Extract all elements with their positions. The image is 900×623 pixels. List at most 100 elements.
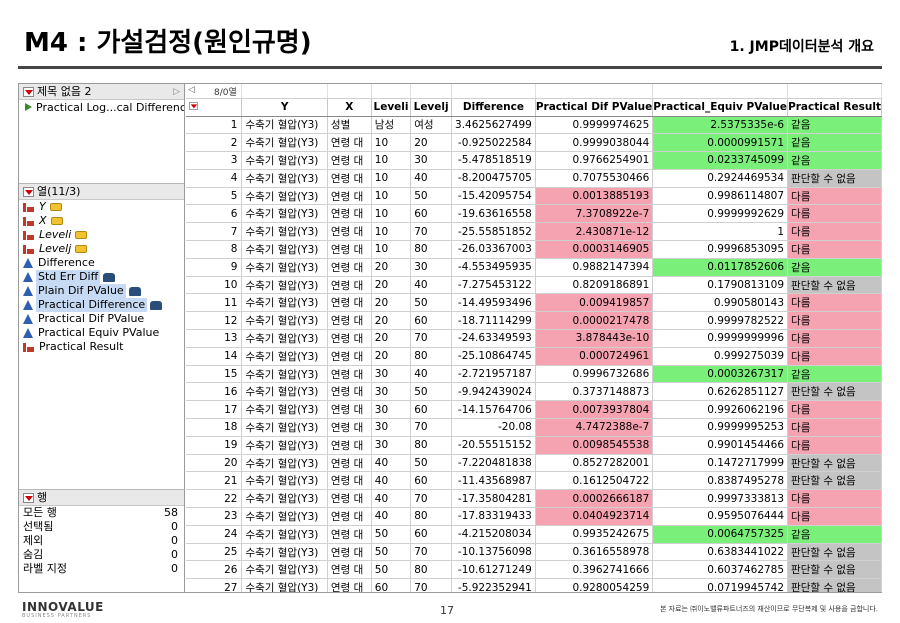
table-cell[interactable]: 60 [410,400,453,420]
table-row[interactable]: 14 수축기 혈압(Y3) 연령 대 20 80 -25.10864745 0.000724… [186,347,882,366]
table-cell[interactable]: 30 [371,400,412,420]
row-number[interactable]: 14 [186,347,243,366]
table-cell[interactable]: 0.8387495278 [652,471,789,491]
table-row[interactable]: 7 수축기 혈압(Y3) 연령 대 10 70 -25.55851852 2.430871e… [186,222,882,242]
table-cell[interactable]: 7.3708922e-7 [535,204,654,224]
row-number[interactable]: 10 [186,276,243,295]
table-row[interactable]: 21 수축기 혈압(Y3) 연령 대 40 60 -11.43568987 0.161250… [186,471,882,491]
table-cell[interactable]: -10.61271249 [451,560,536,580]
table-cell[interactable]: 여성 [410,116,453,135]
table-cell[interactable]: 40 [410,365,453,384]
row-number[interactable]: 19 [186,436,243,455]
table-cell[interactable]: 0.8209186891 [535,276,654,295]
table-cell[interactable]: 0.0073937804 [535,400,654,420]
table-cell[interactable]: 0.0117852606 [652,258,789,277]
table-cell[interactable]: 다름 [787,418,882,437]
table-cell[interactable]: 20 [371,293,412,313]
table-cell[interactable]: 0.9766254901 [535,151,654,170]
table-cell[interactable]: 0.0404923714 [535,507,654,526]
row-number[interactable]: 17 [186,400,243,420]
table-cell[interactable]: 연령 대 [327,525,372,544]
table-cell[interactable]: 수축기 혈압(Y3) [241,133,328,153]
table-cell[interactable]: 50 [410,454,453,473]
table-cell[interactable]: 0.9999038044 [535,133,654,153]
table-cell[interactable]: 다름 [787,222,882,242]
table-cell[interactable]: 수축기 혈압(Y3) [241,293,328,313]
table-cell[interactable]: 같음 [787,365,882,384]
table-cell[interactable]: 수축기 혈압(Y3) [241,382,328,402]
table-cell[interactable]: 다름 [787,311,882,331]
table-cell[interactable]: 수축기 혈압(Y3) [241,169,328,188]
table-cell[interactable]: 0.9999974625 [535,116,654,135]
table-cell[interactable]: 70 [410,222,453,242]
table-script-item[interactable]: Practical Log...cal Difference [19,100,184,115]
table-cell[interactable]: -19.63616558 [451,204,536,224]
table-cell[interactable]: 70 [410,578,453,592]
table-cell[interactable]: 0.1612504722 [535,471,654,491]
table-cell[interactable]: -25.55851852 [451,222,536,242]
row-number[interactable]: 1 [186,116,243,135]
row-number[interactable]: 23 [186,507,243,526]
table-cell[interactable]: 연령 대 [327,204,372,224]
table-cell[interactable]: 50 [410,187,453,206]
table-cell[interactable]: 10 [371,240,412,259]
table-cell[interactable]: 40 [410,276,453,295]
table-cell[interactable]: 연령 대 [327,187,372,206]
table-row[interactable]: 11 수축기 혈압(Y3) 연령 대 20 50 -14.49593496 0.009419… [186,293,882,313]
table-cell[interactable]: 60 [410,311,453,331]
row-header-corner[interactable] [186,98,243,117]
table-cell[interactable]: 20 [371,276,412,295]
column-list-item[interactable]: Practical Result [19,340,184,354]
table-row[interactable]: 6 수축기 혈압(Y3) 연령 대 10 60 -19.63616558 7.3708922… [186,204,882,224]
table-cell[interactable]: 0.8527282001 [535,454,654,473]
table-cell[interactable]: 연령 대 [327,293,372,313]
table-cell[interactable]: 30 [371,365,412,384]
column-header-difference[interactable]: Difference [451,98,536,117]
table-panel-header[interactable]: 제목 없음 2 ▷ [19,84,184,100]
table-cell[interactable]: 수축기 혈압(Y3) [241,276,328,295]
table-cell[interactable]: 50 [371,560,412,580]
table-cell[interactable]: 연령 대 [327,418,372,437]
column-list-item[interactable]: Difference [19,256,184,270]
table-cell[interactable]: 다름 [787,489,882,509]
table-cell[interactable]: 연령 대 [327,258,372,277]
table-row[interactable]: 24 수축기 혈압(Y3) 연령 대 50 60 -4.215208034 0.993524… [186,525,882,544]
table-cell[interactable]: 80 [410,507,453,526]
table-cell[interactable]: 0.3962741666 [535,560,654,580]
table-cell[interactable]: 10 [371,187,412,206]
table-cell[interactable]: 다름 [787,240,882,259]
table-row[interactable]: 13 수축기 혈압(Y3) 연령 대 20 70 -24.63349593 3.878443… [186,329,882,348]
table-cell[interactable]: 같음 [787,258,882,277]
table-cell[interactable]: 20 [410,133,453,153]
table-row[interactable]: 20 수축기 혈압(Y3) 연령 대 40 50 -7.220481838 0.852728… [186,454,882,473]
table-cell[interactable]: 60 [371,578,412,592]
table-cell[interactable]: 연령 대 [327,222,372,242]
table-cell[interactable]: 연령 대 [327,471,372,491]
column-list-item[interactable]: Practical Difference [19,298,184,312]
table-cell[interactable]: 수축기 혈압(Y3) [241,436,328,455]
table-cell[interactable]: 연령 대 [327,454,372,473]
table-cell[interactable]: 80 [410,560,453,580]
table-cell[interactable]: 40 [371,454,412,473]
table-row[interactable]: 2 수축기 혈압(Y3) 연령 대 10 20 -0.925022584 0.9999038… [186,133,882,153]
table-row[interactable]: 16 수축기 혈압(Y3) 연령 대 30 50 -9.942439024 0.373714… [186,382,882,402]
column-list-item[interactable]: Practical Dif PValue [19,312,184,326]
table-cell[interactable]: -9.942439024 [451,382,536,402]
table-cell[interactable]: 80 [410,436,453,455]
table-cell[interactable]: 연령 대 [327,151,372,170]
column-list-item[interactable]: Std Err Diff [19,270,184,284]
table-cell[interactable]: 연령 대 [327,133,372,153]
row-number[interactable]: 9 [186,258,243,277]
table-cell[interactable]: 2.430871e-12 [535,222,654,242]
table-cell[interactable]: 연령 대 [327,436,372,455]
table-cell[interactable]: 연령 대 [327,311,372,331]
table-cell[interactable]: 0.0000217478 [535,311,654,331]
table-cell[interactable]: 수축기 혈압(Y3) [241,222,328,242]
table-cell[interactable]: 10 [371,204,412,224]
table-row[interactable]: 22 수축기 혈압(Y3) 연령 대 40 70 -17.35804281 0.000266… [186,489,882,509]
table-cell[interactable]: 0.0064757325 [652,525,789,544]
table-cell[interactable]: -2.721957187 [451,365,536,384]
table-cell[interactable]: 0.9999992629 [652,204,789,224]
table-cell[interactable]: 0.0003267317 [652,365,789,384]
table-row[interactable]: 15 수축기 혈압(Y3) 연령 대 30 40 -2.721957187 0.999673… [186,365,882,384]
